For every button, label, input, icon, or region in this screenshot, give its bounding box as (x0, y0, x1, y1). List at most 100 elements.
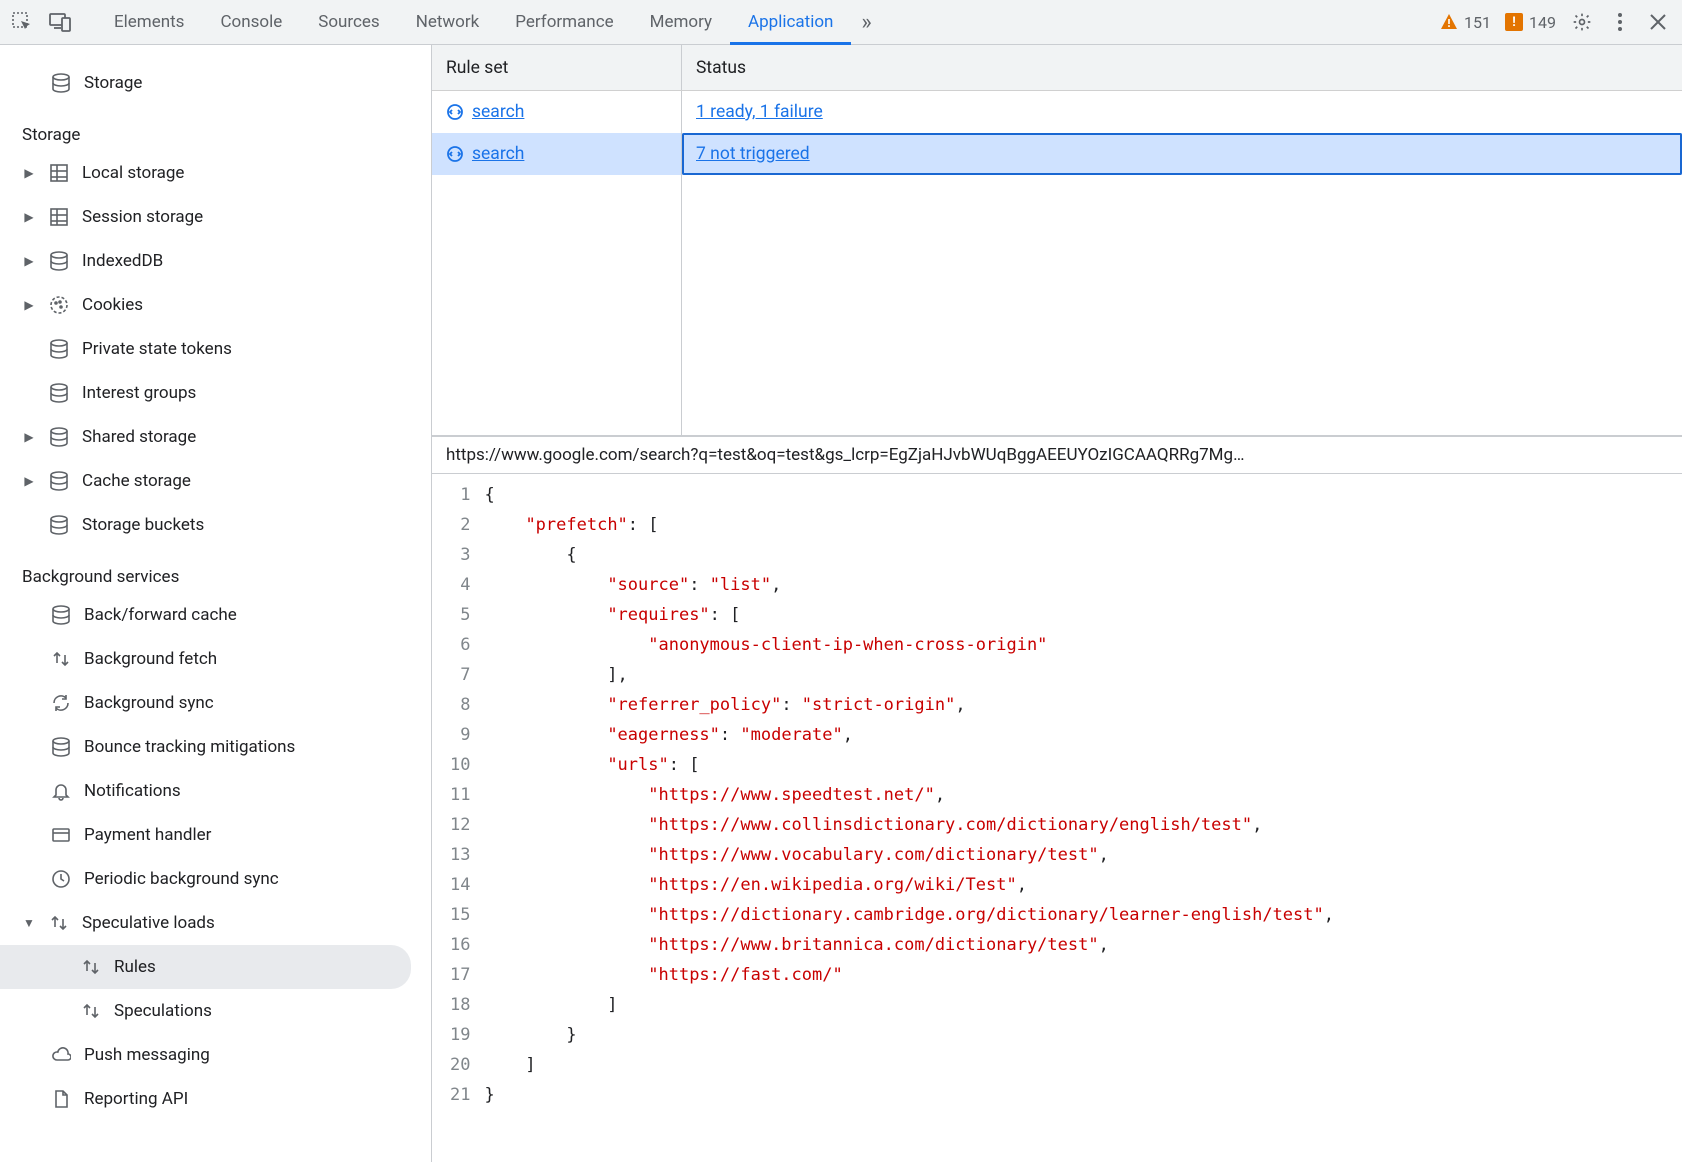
table-row[interactable]: search 1 ready, 1 failure (432, 91, 1682, 133)
sidebar-item-notifications[interactable]: Notifications (0, 769, 431, 813)
sidebar-item-label: Background fetch (84, 649, 217, 669)
sidebar-item-label: Background sync (84, 693, 214, 713)
sidebar-item-label: Bounce tracking mitigations (84, 737, 295, 757)
close-devtools-icon[interactable] (1646, 10, 1670, 34)
code-body: { "prefetch": [ { "source": "list", "req… (484, 480, 1354, 1162)
sync-icon (50, 692, 72, 714)
sidebar-item-label: Speculations (114, 1001, 212, 1021)
tab-performance[interactable]: Performance (497, 0, 631, 45)
db-icon (48, 250, 70, 272)
warnings-count: 151 (1464, 13, 1491, 32)
sidebar-item-storage-buckets[interactable]: ▶Storage buckets (0, 503, 431, 547)
sidebar-item-label: Storage (84, 73, 142, 93)
sidebar-item-label: Storage buckets (82, 515, 204, 535)
column-header-ruleset[interactable]: Rule set (432, 45, 682, 90)
table-row[interactable]: search 7 not triggered (432, 133, 1682, 175)
db-icon (48, 514, 70, 536)
device-toggle-icon[interactable] (48, 10, 72, 34)
sidebar-item-speculative-loads[interactable]: ▼Speculative loads (0, 901, 431, 945)
sidebar-item-background-sync[interactable]: Background sync (0, 681, 431, 725)
settings-icon[interactable] (1570, 10, 1594, 34)
tab-elements[interactable]: Elements (96, 0, 202, 45)
sidebar-item-background-fetch[interactable]: Background fetch (0, 637, 431, 681)
ruleset-table: Rule set Status search 1 ready, 1 failure… (432, 45, 1682, 436)
updown-icon (48, 912, 70, 934)
sidebar-item-interest-groups[interactable]: ▶Interest groups (0, 371, 431, 415)
devtools-tabbar: Elements Console Sources Network Perform… (0, 0, 1682, 45)
code-viewer[interactable]: 1 2 3 4 5 6 7 8 9 10 11 12 13 14 15 16 1… (432, 474, 1682, 1162)
sidebar-item-label: Interest groups (82, 383, 196, 403)
card-icon (50, 824, 72, 846)
sidebar-item-periodic-background-sync[interactable]: Periodic background sync (0, 857, 431, 901)
issues-count: 149 (1529, 13, 1556, 32)
grid-icon (48, 206, 70, 228)
sidebar-item-bounce-tracking-mitigations[interactable]: Bounce tracking mitigations (0, 725, 431, 769)
cloud-icon (50, 1044, 72, 1066)
chevron-right-icon: ▶ (22, 210, 36, 224)
sidebar-item-cache-storage[interactable]: ▶Cache storage (0, 459, 431, 503)
updown-icon (50, 648, 72, 670)
sidebar-item-back-forward-cache[interactable]: Back/forward cache (0, 593, 431, 637)
sidebar-item-label: IndexedDB (82, 251, 163, 271)
chevron-right-icon: ▶ (22, 474, 36, 488)
updown-icon (80, 1000, 102, 1022)
tab-application[interactable]: Application (730, 0, 851, 45)
sidebar-item-label: Local storage (82, 163, 184, 183)
column-header-status[interactable]: Status (682, 45, 1682, 90)
ruleset-link[interactable]: search (472, 102, 524, 122)
warnings-badge[interactable]: 151 (1440, 13, 1491, 32)
status-link[interactable]: 1 ready, 1 failure (696, 102, 823, 122)
clock-icon (50, 868, 72, 890)
status-link[interactable]: 7 not triggered (696, 144, 810, 164)
application-sidebar: Storage Storage ▶Local storage▶Session s… (0, 45, 432, 1162)
sidebar-section-storage: Storage (0, 105, 431, 151)
db-icon (48, 426, 70, 448)
db-icon (48, 470, 70, 492)
sidebar-section-background-services: Background services (0, 547, 431, 593)
issues-badge[interactable]: ! 149 (1505, 13, 1556, 32)
ruleset-icon (446, 145, 464, 163)
sidebar-item-label: Notifications (84, 781, 181, 801)
db-icon (50, 736, 72, 758)
ruleset-link[interactable]: search (472, 144, 524, 164)
updown-icon (80, 956, 102, 978)
db-icon (50, 604, 72, 626)
sidebar-item-indexeddb[interactable]: ▶IndexedDB (0, 239, 431, 283)
warning-triangle-icon (1440, 13, 1458, 31)
sidebar-item-label: Push messaging (84, 1045, 210, 1065)
bell-icon (50, 780, 72, 802)
sidebar-item-label: Cookies (82, 295, 143, 315)
sidebar-item-label: Rules (114, 957, 156, 977)
tab-sources[interactable]: Sources (300, 0, 397, 45)
sidebar-item-push-messaging[interactable]: Push messaging (0, 1033, 431, 1077)
sidebar-item-payment-handler[interactable]: Payment handler (0, 813, 431, 857)
chevron-right-icon: ▶ (22, 430, 36, 444)
sidebar-item-label: Periodic background sync (84, 869, 279, 889)
doc-icon (50, 1088, 72, 1110)
sidebar-item-label: Back/forward cache (84, 605, 237, 625)
inspect-icon[interactable] (10, 10, 34, 34)
sidebar-item-label: Session storage (82, 207, 203, 227)
code-gutter: 1 2 3 4 5 6 7 8 9 10 11 12 13 14 15 16 1… (432, 480, 484, 1162)
sidebar-item-session-storage[interactable]: ▶ Session storage (0, 195, 431, 239)
ruleset-icon (446, 103, 464, 121)
sidebar-item-storage-top[interactable]: Storage (0, 61, 431, 105)
database-icon (50, 72, 72, 94)
chevron-right-icon: ▶ (22, 298, 36, 312)
sidebar-item-cookies[interactable]: ▶ Cookies (0, 283, 431, 327)
ruleset-url[interactable]: https://www.google.com/search?q=test&oq=… (432, 436, 1682, 474)
tab-console[interactable]: Console (202, 0, 300, 45)
sidebar-item-local-storage[interactable]: ▶Local storage (0, 151, 431, 195)
sidebar-item-reporting-api[interactable]: Reporting API (0, 1077, 431, 1121)
issue-square-icon: ! (1505, 13, 1523, 31)
sidebar-item-private-state-tokens[interactable]: ▶Private state tokens (0, 327, 431, 371)
tab-network[interactable]: Network (398, 0, 498, 45)
tab-memory[interactable]: Memory (632, 0, 730, 45)
sidebar-item-shared-storage[interactable]: ▶Shared storage (0, 415, 431, 459)
sidebar-item-rules[interactable]: Rules (0, 945, 411, 989)
more-menu-icon[interactable] (1608, 10, 1632, 34)
tabs-overflow-button[interactable]: » (851, 10, 881, 35)
db-icon (48, 382, 70, 404)
sidebar-item-speculations[interactable]: Speculations (0, 989, 431, 1033)
sidebar-item-label: Private state tokens (82, 339, 232, 359)
